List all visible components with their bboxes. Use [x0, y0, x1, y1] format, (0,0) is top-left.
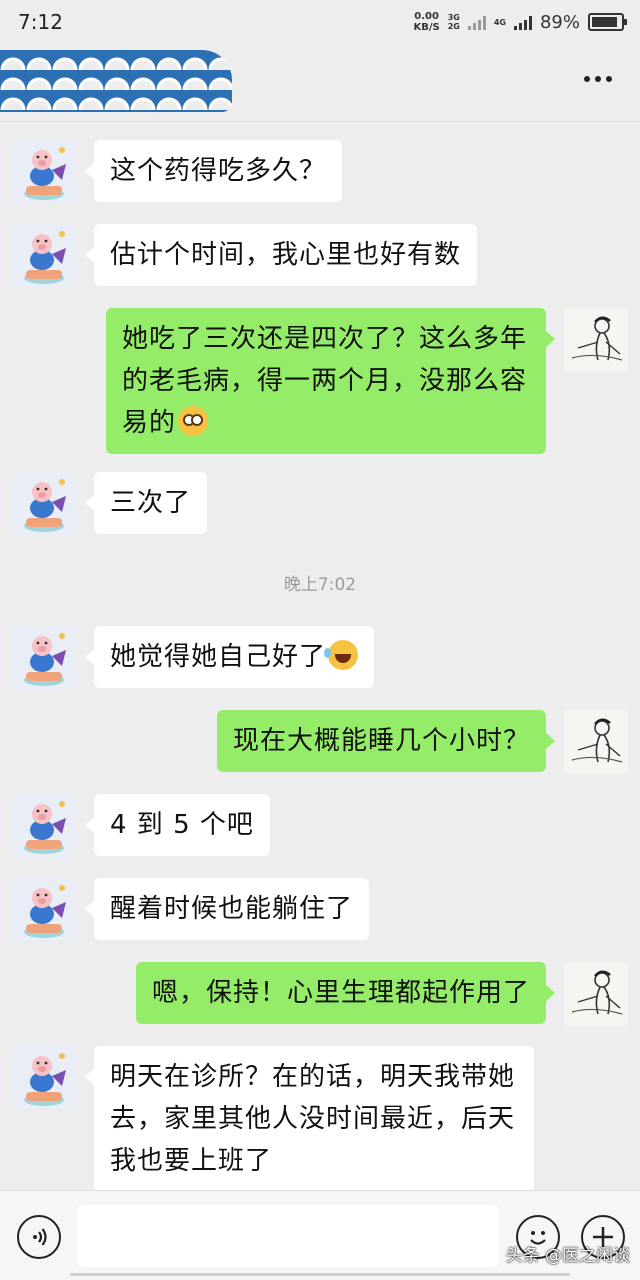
message-row: 她吃了三次还是四次了？这么多年 的老毛病，得一两个月，没那么容 易的 [0, 308, 640, 454]
watermark: 头条 @医之闲谈 [505, 1246, 630, 1266]
message-row: 明天在诊所？在的话，明天我带她 去，家里其他人没时间最近，后天 我也要上班了 [0, 1046, 640, 1192]
chat-messages: 这个药得吃多久？ 估计个时间，我心里也好有数 她吃了三次还是四次了？这么多年 的… [0, 122, 640, 1192]
message-row: 嗯，保持！心里生理都起作用了 [0, 962, 640, 1028]
pig-avatar[interactable] [12, 794, 76, 858]
input-bar: 头条 @医之闲谈 [0, 1190, 640, 1280]
message-bubble[interactable]: 这个药得吃多久？ [84, 140, 343, 202]
message-bubble[interactable]: 4 到 5 个吧 [85, 794, 270, 856]
pig-avatar[interactable] [12, 878, 76, 942]
time-divider: 晚上7:02 [283, 575, 357, 595]
pig-avatar[interactable] [12, 224, 76, 288]
network-speed: 0.00 KB/S [413, 11, 440, 33]
message-bubble[interactable]: 她吃了三次还是四次了？这么多年 的老毛病，得一两个月，没那么容 易的 [106, 308, 555, 454]
message-row: 估计个时间，我心里也好有数 [0, 224, 640, 290]
message-row: 4 到 5 个吧 [0, 794, 640, 860]
laughing-tears-icon [324, 640, 359, 670]
pig-avatar[interactable] [12, 140, 76, 204]
sage-avatar[interactable] [564, 962, 628, 1026]
flushed-face-icon [178, 406, 209, 436]
status-indicators: 0.00 KB/S 3G 2G 4G 89% [413, 11, 627, 33]
message-row: 三次了 [0, 472, 640, 538]
message-bubble[interactable]: 估计个时间，我心里也好有数 [84, 224, 478, 286]
status-time: 7:12 [18, 10, 63, 34]
more-dots-icon[interactable] [584, 76, 612, 82]
pig-avatar[interactable] [12, 1046, 76, 1110]
redacted-contact-name [0, 50, 232, 112]
voice-icon[interactable] [17, 1215, 61, 1259]
message-row: 这个药得吃多久？ [0, 140, 640, 206]
navigation-bar [70, 1273, 570, 1276]
message-bubble[interactable]: 现在大概能睡几个小时？ [216, 710, 556, 772]
network-4g-tag: 4G [493, 17, 506, 27]
battery-icon [588, 13, 627, 31]
status-bar: 7:12 0.00 KB/S 3G 2G 4G 89% [0, 0, 640, 44]
message-bubble[interactable]: 嗯，保持！心里生理都起作用了 [135, 962, 556, 1024]
network-type-tag: 3G 2G [447, 13, 460, 31]
message-row: 醒着时候也能躺住了 [0, 878, 640, 944]
message-bubble[interactable]: 明天在诊所？在的话，明天我带她 去，家里其他人没时间最近，后天 我也要上班了 [85, 1046, 534, 1192]
message-row: 她觉得她自己好了 [0, 626, 640, 692]
sage-avatar[interactable] [564, 710, 628, 774]
message-bubble[interactable]: 她觉得她自己好了 [84, 626, 375, 688]
battery-percent: 89% [539, 11, 580, 33]
message-row: 现在大概能睡几个小时？ [0, 710, 640, 776]
message-bubble[interactable]: 三次了 [84, 472, 208, 534]
message-bubble[interactable]: 醒着时候也能躺住了 [84, 878, 370, 940]
pig-avatar[interactable] [12, 472, 76, 536]
signal-icon [467, 14, 486, 30]
pig-avatar[interactable] [12, 626, 76, 690]
message-input[interactable] [78, 1205, 498, 1267]
sage-avatar[interactable] [564, 308, 628, 372]
signal-icon [513, 14, 532, 30]
chat-header [0, 44, 640, 122]
